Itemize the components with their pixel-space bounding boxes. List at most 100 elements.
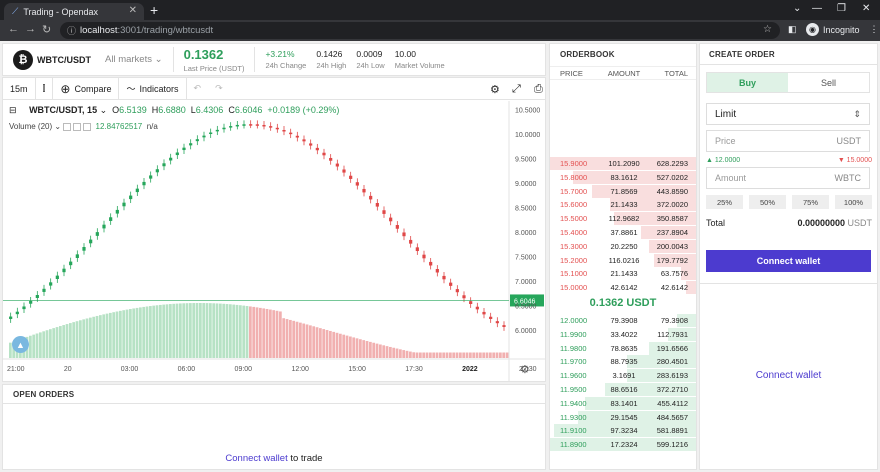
- pct-75-button[interactable]: 75%: [792, 195, 829, 209]
- bid-row[interactable]: 11.9100 97.3234 581.8891: [550, 424, 696, 438]
- reload-icon[interactable]: ↻: [42, 23, 51, 36]
- incognito-indicator[interactable]: ◉ Incognito ⋮: [806, 23, 879, 36]
- chart-type-button[interactable]: ⫿: [36, 77, 54, 100]
- candle-body: [22, 306, 26, 310]
- undo-button[interactable]: ↶: [187, 78, 209, 100]
- candle-body: [495, 321, 499, 324]
- ask-row[interactable]: 15.0000 42.6142 42.6142: [550, 281, 696, 295]
- candle-body: [282, 129, 286, 132]
- legend-symbol[interactable]: WBTC/USDT, 15: [29, 105, 97, 115]
- bid-row[interactable]: 11.9800 78.8635 191.6566: [550, 341, 696, 355]
- chevron-down-icon[interactable]: ⌄: [793, 3, 801, 14]
- min-price: ▲ 12.0000: [706, 157, 741, 164]
- side-panel-icon[interactable]: ◧: [788, 24, 797, 35]
- compare-button[interactable]: ⊕ Compare: [53, 77, 120, 100]
- volume-bar: [335, 332, 339, 358]
- bid-price: 11.9600: [560, 371, 587, 381]
- interval-button[interactable]: 15m: [3, 77, 36, 100]
- minimize-icon[interactable]: —: [812, 3, 822, 14]
- ask-row[interactable]: 15.3000 20.2250 200.0043: [550, 239, 696, 253]
- close-icon[interactable]: [83, 122, 92, 131]
- forward-icon[interactable]: →: [25, 23, 36, 35]
- connect-wallet-link[interactable]: Connect wallet: [225, 453, 287, 464]
- volume-bar: [272, 310, 276, 358]
- axis-settings-icon[interactable]: ⚙: [520, 364, 530, 376]
- volume-bar: [325, 330, 329, 358]
- maximize-icon[interactable]: ❐: [837, 3, 846, 14]
- bid-row[interactable]: 11.9900 33.4022 112.7931: [550, 327, 696, 341]
- volume-bar: [182, 303, 186, 358]
- candlestick-chart[interactable]: 6.6046 10.5000 10.0000 9.5000 9.0000 8.5000 8.…: [3, 101, 545, 381]
- chart-panel: 15m ⫿ ⊕ Compare 〜 Indicators ↶ ↷ ⚙ ⤢ ⎙ 6.6…: [2, 77, 546, 382]
- pct-50-button[interactable]: 50%: [749, 195, 786, 209]
- price-tick-label: 7.0000: [515, 279, 537, 286]
- close-tab-icon[interactable]: ✕: [129, 5, 137, 16]
- connect-wallet-button[interactable]: Connect wallet: [706, 250, 871, 272]
- all-markets-dropdown[interactable]: All markets ⌄: [105, 54, 163, 65]
- bid-row[interactable]: 11.9500 88.6516 372.2710: [550, 383, 696, 396]
- ask-row[interactable]: 15.2000 116.0216 179.7792: [550, 253, 696, 267]
- close-window-icon[interactable]: ✕: [862, 3, 870, 14]
- buy-tab[interactable]: Buy: [707, 73, 788, 92]
- low-label: 24h Low: [356, 61, 385, 70]
- candle-body: [302, 139, 306, 142]
- new-tab-icon[interactable]: +: [150, 2, 158, 18]
- ask-row[interactable]: 15.1000 21.1433 63.7576: [550, 267, 696, 281]
- order-type-select[interactable]: Limit ⇕: [706, 103, 870, 125]
- browser-menu-icon[interactable]: ⋮: [870, 24, 879, 35]
- ask-row[interactable]: 15.4000 37.8861 237.8904: [550, 226, 696, 239]
- ask-price: 15.9000: [560, 159, 588, 168]
- bid-total: 484.5657: [656, 412, 689, 422]
- browser-tab[interactable]: ⟋ Trading - Opendax ✕: [4, 3, 144, 20]
- ask-row[interactable]: 15.7000 71.8569 443.8590: [550, 184, 696, 198]
- fullscreen-button[interactable]: ⤢: [505, 78, 528, 100]
- back-icon[interactable]: ←: [8, 23, 19, 35]
- candle-body: [389, 217, 393, 222]
- bid-row[interactable]: 11.9400 83.1401 455.4112: [550, 396, 696, 410]
- indicators-button[interactable]: 〜 Indicators: [119, 77, 187, 100]
- volume-bar: [222, 303, 226, 358]
- bid-row[interactable]: 12.0000 79.3908 79.3908: [550, 314, 696, 327]
- volume-legend: Volume (20) ⌄ 12.84762517 n/a: [9, 122, 158, 131]
- screenshot-button[interactable]: ⎙: [527, 78, 550, 100]
- price-placeholder: Price: [715, 136, 736, 146]
- amount-input[interactable]: Amount WBTC: [706, 167, 870, 189]
- candle-body: [175, 152, 179, 156]
- volume-bar: [489, 352, 492, 358]
- volume-bar: [105, 313, 109, 358]
- pct-25-button[interactable]: 25%: [706, 195, 743, 209]
- bid-row[interactable]: 11.8900 17.2324 599.1216: [550, 438, 696, 452]
- price-input[interactable]: Price USDT: [706, 130, 870, 152]
- volume-bar: [349, 336, 352, 358]
- chart-settings-button[interactable]: ⚙: [483, 78, 507, 100]
- ask-total: 527.0202: [656, 172, 689, 182]
- volume-bar: [435, 352, 439, 358]
- last-price-label: Last Price (USDT): [183, 63, 245, 73]
- site-info-icon[interactable]: ⓘ: [67, 24, 76, 37]
- bid-row[interactable]: 11.9700 88.7935 280.4501: [550, 355, 696, 369]
- settings-icon[interactable]: [73, 122, 82, 131]
- eye-icon[interactable]: [63, 122, 72, 131]
- connect-wallet-link[interactable]: Connect wallet: [756, 370, 822, 381]
- ask-row[interactable]: 15.5000 112.9682 350.8587: [550, 212, 696, 226]
- ask-row[interactable]: 15.9000 101.2090 628.2293: [550, 157, 696, 170]
- candle-body: [135, 188, 139, 193]
- candle-body: [209, 132, 213, 135]
- last-price-value: 0.1362: [183, 46, 224, 62]
- chart-canvas[interactable]: 6.6046 10.5000 10.0000 9.5000 9.0000 8.5000 8.…: [3, 101, 545, 381]
- pct-100-button[interactable]: 100%: [835, 195, 872, 209]
- total-unit: USDT: [845, 218, 873, 228]
- time-tick-label: 06:00: [178, 366, 196, 373]
- redo-button[interactable]: ↷: [208, 78, 230, 100]
- collapse-legend-icon[interactable]: ⊟: [9, 105, 17, 115]
- url-input[interactable]: ⓘ localhost:3001/trading/wbtcusdt ☆: [60, 22, 780, 39]
- bookmark-star-icon[interactable]: ☆: [763, 24, 772, 35]
- bid-row[interactable]: 11.9600 3.1691 283.6193: [550, 369, 696, 383]
- volume-bar: [399, 349, 402, 358]
- candle-body: [289, 132, 293, 135]
- ask-row[interactable]: 15.8000 83.1612 527.0202: [550, 170, 696, 184]
- bid-row[interactable]: 11.9300 29.1545 484.5657: [550, 410, 696, 424]
- sell-tab[interactable]: Sell: [788, 73, 869, 92]
- ask-row[interactable]: 15.6000 21.1433 372.0020: [550, 198, 696, 212]
- volume-bar: [429, 352, 432, 358]
